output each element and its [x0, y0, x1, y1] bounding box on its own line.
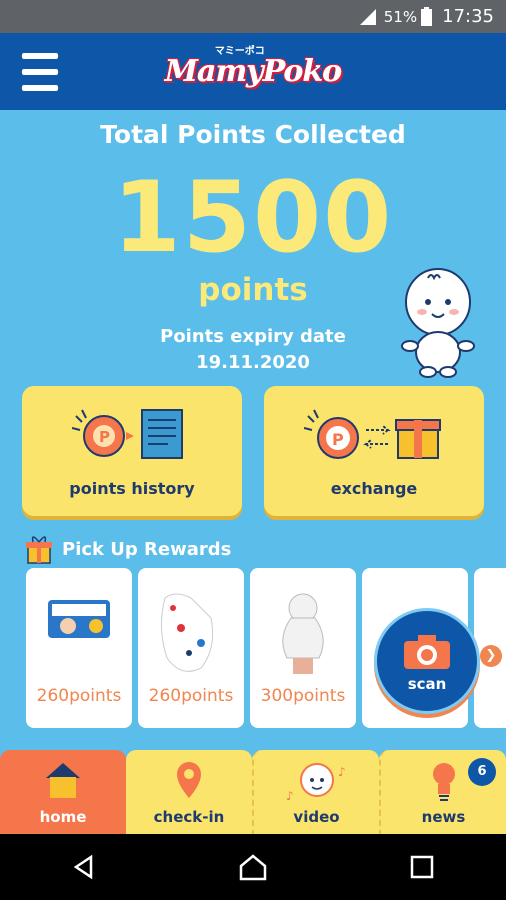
video-mascot-icon: ♪ ♪	[286, 763, 346, 803]
svg-text:P: P	[99, 428, 110, 446]
home-icon	[46, 763, 80, 798]
system-nav-bar	[0, 834, 506, 900]
tab-news[interactable]: 6 news	[379, 750, 506, 834]
menu-icon[interactable]	[22, 53, 58, 91]
points-history-label: points history	[69, 479, 195, 498]
rewards-heading-label: Pick Up Rewards	[62, 538, 232, 560]
carousel-next-icon[interactable]: ❯	[480, 645, 502, 667]
top-bar: マミーポコ MamyPoko	[0, 33, 506, 110]
exchange-label: exchange	[330, 479, 418, 498]
news-badge: 6	[468, 758, 496, 786]
mascot-icon	[401, 268, 475, 378]
recents-icon[interactable]	[402, 847, 442, 887]
points-history-button[interactable]: P points history	[22, 386, 242, 516]
exchange-button[interactable]: P exchange	[264, 386, 484, 516]
reward-points: 300points	[260, 686, 346, 706]
tab-check-in[interactable]: check-in	[126, 750, 252, 834]
reward-points: 45	[474, 686, 506, 706]
back-icon[interactable]	[64, 847, 104, 887]
lightbulb-icon	[432, 763, 455, 801]
scan-button[interactable]: scan	[374, 608, 480, 714]
points-history-icon: P	[72, 409, 183, 459]
logo-small-text: マミーポコ	[214, 46, 265, 57]
scan-label: scan	[407, 675, 447, 693]
camera-icon	[404, 635, 450, 669]
reward-points: 260points	[148, 686, 234, 706]
wipes-package-image	[48, 600, 110, 638]
exchange-icon: P	[304, 409, 441, 459]
tab-home[interactable]: home	[0, 750, 126, 834]
points-title: Total Points Collected	[100, 120, 406, 149]
home-nav-icon[interactable]	[233, 847, 273, 887]
logo: マミーポコ MamyPoko	[164, 46, 342, 89]
status-bar: 51% 17:35	[0, 0, 506, 33]
tab-news-label: news	[421, 808, 466, 826]
svg-text:P: P	[332, 430, 344, 449]
tab-check-in-label: check-in	[153, 808, 225, 826]
battery-percent: 51%	[383, 7, 418, 26]
signal-icon	[359, 8, 376, 25]
hand-puppet-image	[282, 593, 324, 674]
reward-card[interactable]: 260points	[26, 568, 132, 728]
tab-home-label: home	[39, 808, 87, 826]
svg-text:♪: ♪	[338, 765, 346, 779]
logo-text: MamyPoko	[164, 54, 342, 89]
clock: 17:35	[442, 6, 494, 27]
bib-image	[161, 593, 214, 672]
reward-card[interactable]: 300points	[250, 568, 356, 728]
rewards-heading: Pick Up Rewards	[26, 534, 231, 564]
tab-video-label: video	[293, 808, 340, 826]
reward-points: 260points	[36, 686, 122, 706]
tab-bar: home check-in ♪ ♪ video 6 news	[0, 750, 506, 834]
points-value: 1500	[112, 161, 394, 275]
battery-icon	[421, 7, 433, 26]
svg-text:♪: ♪	[286, 789, 294, 803]
reward-card[interactable]: 260points	[138, 568, 244, 728]
location-pin-icon	[177, 762, 201, 798]
tab-video[interactable]: ♪ ♪ video	[252, 750, 379, 834]
gift-icon	[26, 536, 52, 564]
